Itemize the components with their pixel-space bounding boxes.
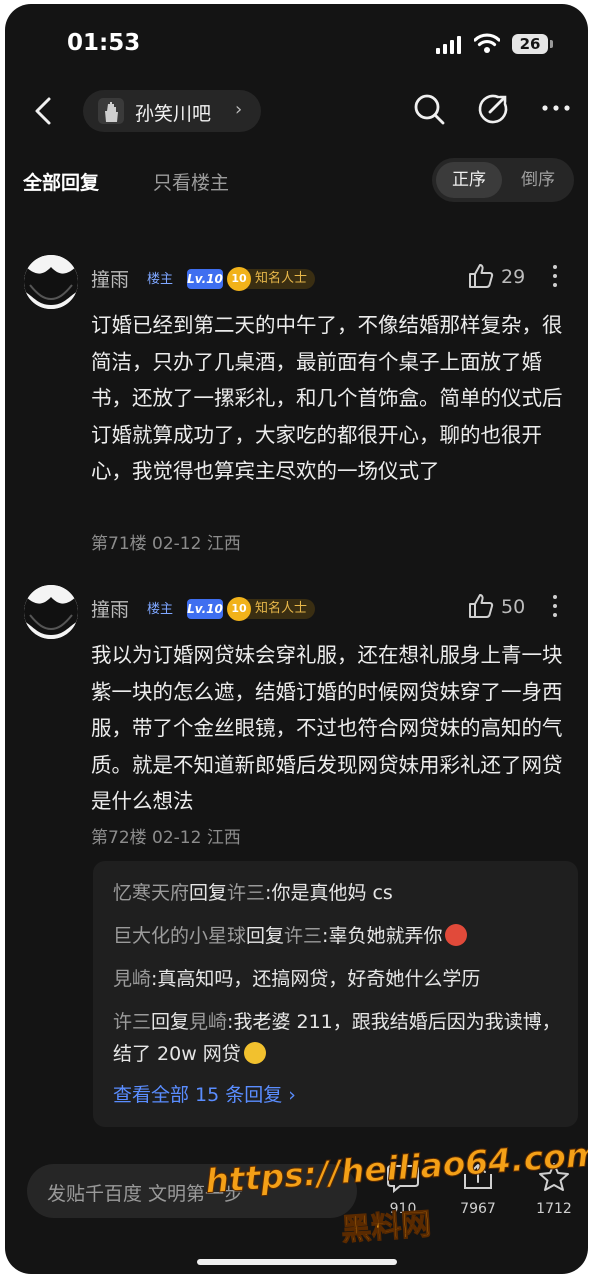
favorite-count: 1712 bbox=[536, 1201, 572, 1217]
crying-emoji-icon bbox=[243, 1042, 266, 1064]
post-meta: 第72楼 02-12 江西 bbox=[91, 828, 241, 848]
avatar-image bbox=[24, 585, 78, 639]
sub-reply[interactable]: 忆寒天府回复许三:你是真他妈 cs bbox=[113, 877, 563, 909]
reply-author[interactable]: 忆寒天府 bbox=[113, 882, 189, 904]
share-count: 7967 bbox=[460, 1201, 496, 1217]
edit-icon[interactable] bbox=[476, 92, 510, 126]
sub-reply[interactable]: 見崎:真高知吗，还搞网贷，好奇她什么学历 bbox=[113, 963, 563, 995]
forum-name: 孙笑川吧 bbox=[135, 103, 212, 125]
title-badge: 知名人士 bbox=[245, 599, 316, 619]
sort-descending-button[interactable]: 倒序 bbox=[506, 162, 570, 198]
hand-icon bbox=[105, 102, 118, 122]
reply-target[interactable]: 许三 bbox=[284, 925, 322, 947]
reply-author[interactable]: 巨大化的小星球 bbox=[113, 925, 246, 947]
back-arrow-icon[interactable] bbox=[33, 96, 53, 126]
reply-author[interactable]: 見崎 bbox=[113, 968, 151, 990]
more-vertical-icon[interactable] bbox=[553, 595, 559, 622]
post-meta: 第71楼 02-12 江西 bbox=[91, 534, 241, 554]
post-content: 我以为订婚网贷妹会穿礼服，还在想礼服身上青一块紫一块的怎么遮，结婚订婚的时候网贷… bbox=[91, 643, 563, 814]
sort-ascending-button[interactable]: 正序 bbox=[436, 162, 502, 198]
avatar[interactable] bbox=[24, 255, 78, 309]
status-time: 01:53 bbox=[67, 30, 141, 56]
nav-bar: 孙笑川吧 › bbox=[5, 86, 588, 138]
tab-all-replies[interactable]: 全部回复 bbox=[23, 168, 99, 195]
sort-toggle: 正序 倒序 bbox=[432, 158, 574, 202]
status-bar: 01:53 26 bbox=[5, 4, 588, 84]
cellular-signal-icon bbox=[436, 36, 464, 54]
reply-keyword: 回复 bbox=[189, 882, 228, 904]
sub-replies-box: 忆寒天府回复许三:你是真他妈 cs 巨大化的小星球回复许三:辜负她就弄你 見崎:… bbox=[93, 861, 578, 1127]
reply-target[interactable]: 見崎 bbox=[189, 1011, 227, 1033]
username[interactable]: 撞雨 bbox=[91, 595, 129, 622]
reply-text: :你是真他妈 cs bbox=[265, 882, 393, 904]
more-horizontal-icon[interactable] bbox=[541, 102, 571, 114]
forum-avatar bbox=[98, 98, 124, 124]
chevron-right-icon: › bbox=[235, 99, 243, 120]
level-badge: Lv.10 bbox=[187, 269, 223, 289]
sub-reply[interactable]: 巨大化的小星球回复许三:辜负她就弄你 bbox=[113, 920, 563, 952]
thumbs-up-icon[interactable] bbox=[467, 262, 495, 290]
thumbs-up-icon[interactable] bbox=[467, 592, 495, 620]
like-count: 50 bbox=[501, 596, 526, 618]
battery-icon: 26 bbox=[512, 34, 553, 54]
reply-target[interactable]: 许三 bbox=[227, 882, 265, 904]
op-badge: 楼主 bbox=[147, 272, 174, 287]
search-icon[interactable] bbox=[412, 92, 446, 126]
reply-filter-tabs: 全部回复 只看楼主 正序 倒序 bbox=[5, 158, 588, 208]
forum-link-button[interactable]: 孙笑川吧 › bbox=[83, 90, 261, 132]
home-indicator[interactable] bbox=[197, 1259, 397, 1265]
more-vertical-icon[interactable] bbox=[553, 265, 559, 292]
op-badge: 楼主 bbox=[147, 602, 174, 617]
watermark-logo-text: 黑料网 bbox=[340, 1206, 433, 1249]
phone-screen: 01:53 26 孙笑川吧 › 全部回复 只看楼主 正序 倒序 撞雨 楼主 Lv… bbox=[5, 4, 588, 1274]
star-level-badge: 10 bbox=[227, 597, 251, 621]
reply-author[interactable]: 许三 bbox=[113, 1011, 151, 1033]
wifi-icon bbox=[474, 33, 500, 53]
sub-reply[interactable]: 许三回复見崎:我老婆 211，跟我结婚后因为我读博，结了 20w 网贷 bbox=[113, 1006, 563, 1070]
angry-emoji-icon bbox=[445, 924, 468, 946]
reply-text: :辜负她就弄你 bbox=[322, 925, 443, 947]
reply-keyword: 回复 bbox=[151, 1011, 190, 1033]
level-badge: Lv.10 bbox=[187, 599, 223, 619]
post-content: 订婚已经到第二天的中午了，不像结婚那样复杂，很简洁，只办了几桌酒，最前面有个桌子… bbox=[91, 313, 563, 484]
avatar-image bbox=[24, 255, 78, 309]
reply-text: :真高知吗，还搞网贷，好奇她什么学历 bbox=[151, 968, 481, 990]
star-level-badge: 10 bbox=[227, 267, 251, 291]
tab-op-only[interactable]: 只看楼主 bbox=[153, 168, 229, 195]
like-count: 29 bbox=[501, 266, 526, 288]
reply-keyword: 回复 bbox=[246, 925, 285, 947]
username[interactable]: 撞雨 bbox=[91, 265, 129, 292]
view-all-replies-link[interactable]: 查看全部 15 条回复 › bbox=[113, 1080, 296, 1107]
avatar[interactable] bbox=[24, 585, 78, 639]
title-badge: 知名人士 bbox=[245, 269, 316, 289]
